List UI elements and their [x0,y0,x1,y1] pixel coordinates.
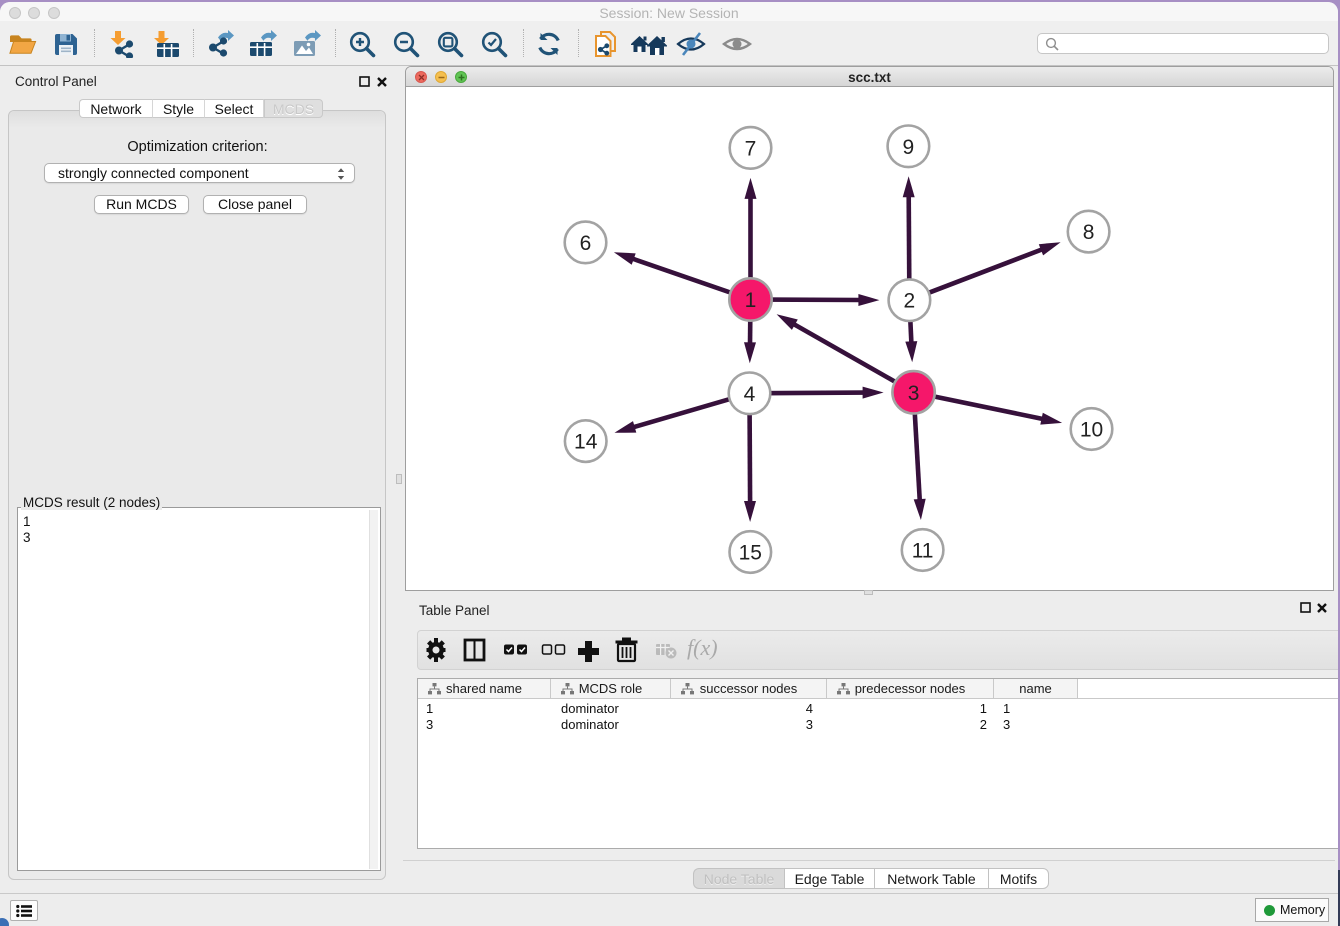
svg-text:4: 4 [744,383,756,406]
svg-text:2: 2 [904,290,916,313]
svg-text:15: 15 [739,542,762,565]
svg-text:11: 11 [912,540,934,563]
svg-text:3: 3 [908,382,920,405]
svg-text:9: 9 [903,136,915,159]
svg-text:8: 8 [1083,221,1095,244]
svg-text:7: 7 [745,137,757,160]
svg-text:10: 10 [1080,419,1103,442]
svg-text:6: 6 [580,232,592,255]
svg-text:1: 1 [745,289,757,312]
svg-text:14: 14 [574,431,598,454]
